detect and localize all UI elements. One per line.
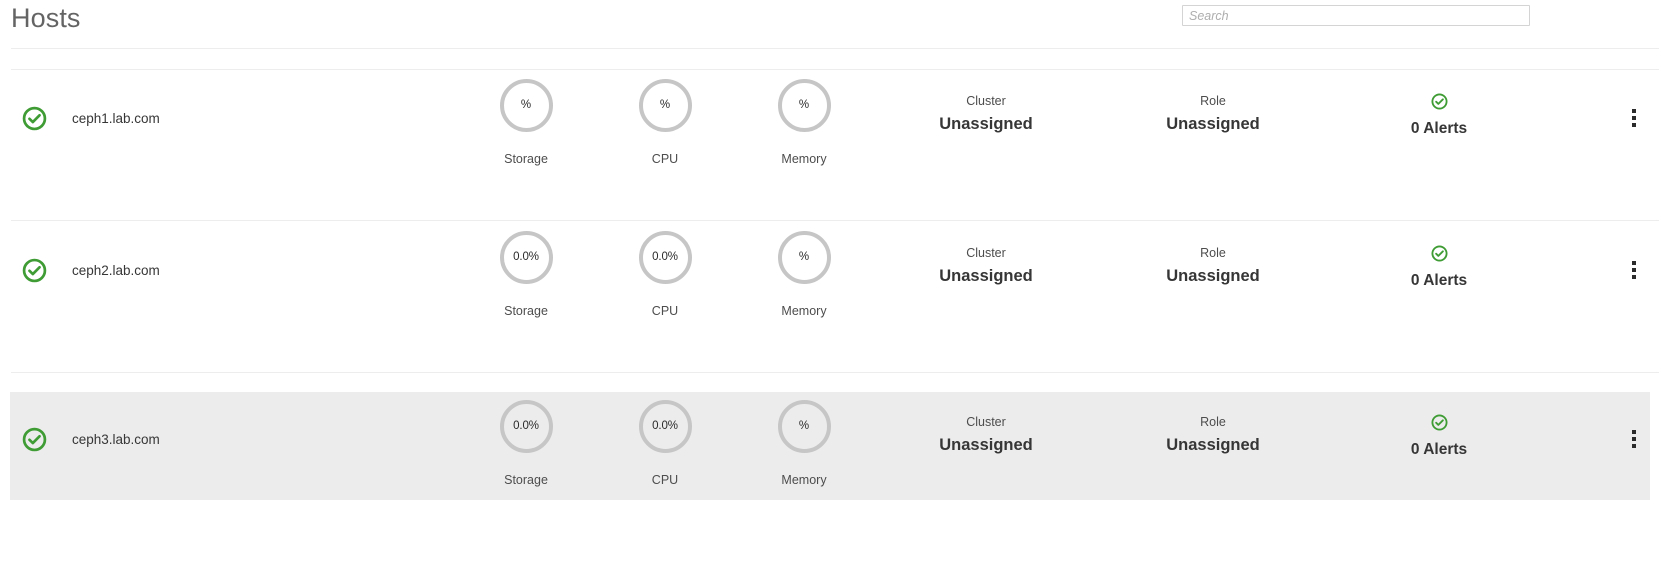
cluster-label: Cluster xyxy=(966,94,1006,108)
gauge-label-storage: Storage xyxy=(504,152,548,166)
circle-check-icon xyxy=(22,258,47,283)
alerts-circle-check-icon xyxy=(1430,93,1448,114)
header-divider-top xyxy=(11,48,1659,49)
alerts-circle-check-icon xyxy=(1430,414,1448,435)
cluster-value: Unassigned xyxy=(939,436,1033,454)
search-input[interactable] xyxy=(1182,5,1530,26)
hostname-label[interactable]: ceph3.lab.com xyxy=(72,427,452,452)
gauge-storage: % Storage xyxy=(461,79,591,166)
page-title: Hosts xyxy=(11,3,81,33)
cluster-block: Cluster Unassigned xyxy=(886,93,1086,134)
role-label: Role xyxy=(1200,246,1226,260)
role-value: Unassigned xyxy=(1166,115,1260,133)
gauge-value-storage: 0.0% xyxy=(513,250,539,263)
gauge-label-storage: Storage xyxy=(504,473,548,487)
role-value: Unassigned xyxy=(1166,436,1260,454)
gauge-value-storage: 0.0% xyxy=(513,419,539,432)
header-divider-bottom xyxy=(11,69,1659,70)
alerts-block[interactable]: 0 Alerts xyxy=(1374,93,1504,139)
gauge-ring-cpu: 0.0% xyxy=(638,231,692,284)
circle-check-icon xyxy=(22,106,47,131)
role-value: Unassigned xyxy=(1166,267,1260,285)
gauge-cpu: % CPU xyxy=(600,79,730,166)
gauge-ring-storage: % xyxy=(499,79,553,132)
page-header: Hosts xyxy=(0,0,1670,48)
gauge-ring-storage: 0.0% xyxy=(499,400,553,453)
cluster-value: Unassigned xyxy=(939,115,1033,133)
cluster-label: Cluster xyxy=(966,246,1006,260)
gauge-label-storage: Storage xyxy=(504,304,548,318)
gauge-ring-memory: % xyxy=(777,400,831,453)
gauge-value-memory: % xyxy=(798,250,810,263)
hostname-label[interactable]: ceph2.lab.com xyxy=(72,258,452,283)
host-row[interactable]: ceph2.lab.com 0.0% Storage 0.0% CPU% Memory Cl… xyxy=(0,223,1670,331)
gauge-storage: 0.0% Storage xyxy=(461,231,591,318)
gauge-label-cpu: CPU xyxy=(651,304,679,318)
gauge-label-cpu: CPU xyxy=(651,473,679,487)
gauge-label-memory: Memory xyxy=(781,473,827,487)
gauge-cpu: 0.0% CPU xyxy=(600,231,730,318)
gauge-cpu: 0.0% CPU xyxy=(600,400,730,487)
circle-check-icon xyxy=(22,427,47,452)
gauge-memory: % Memory xyxy=(739,400,869,487)
gauge-label-memory: Memory xyxy=(781,152,827,166)
gauge-ring-cpu: 0.0% xyxy=(638,400,692,453)
alerts-count: 0 Alerts xyxy=(1410,272,1468,289)
gauge-value-cpu: 0.0% xyxy=(652,250,678,263)
gauge-ring-cpu: % xyxy=(638,79,692,132)
role-label: Role xyxy=(1200,94,1226,108)
role-block: Role Unassigned xyxy=(1113,245,1313,286)
gauge-label-memory: Memory xyxy=(781,304,827,318)
alerts-block[interactable]: 0 Alerts xyxy=(1374,245,1504,291)
gauge-memory: % Memory xyxy=(739,79,869,166)
row-divider xyxy=(11,372,1659,373)
host-row[interactable]: ceph1.lab.com% Storage% CPU% Memory Cluster U… xyxy=(0,71,1670,179)
alerts-circle-check-icon xyxy=(1430,245,1448,266)
gauge-value-memory: % xyxy=(798,98,810,111)
cluster-block: Cluster Unassigned xyxy=(886,245,1086,286)
cluster-label: Cluster xyxy=(966,415,1006,429)
alerts-count: 0 Alerts xyxy=(1410,120,1468,137)
row-actions-kebab-icon[interactable] xyxy=(1624,250,1644,290)
gauge-value-cpu: 0.0% xyxy=(652,419,678,432)
hostname-label[interactable]: ceph1.lab.com xyxy=(72,106,452,131)
hosts-page: Hosts ceph1.lab.com% Storage% CPU% Memory Cl… xyxy=(0,0,1670,571)
row-divider xyxy=(11,220,1659,221)
row-actions-kebab-icon[interactable] xyxy=(1624,419,1644,459)
row-actions-kebab-icon[interactable] xyxy=(1624,98,1644,138)
host-row[interactable]: ceph3.lab.com 0.0% Storage 0.0% CPU% Memory Cl… xyxy=(0,392,1670,500)
cluster-value: Unassigned xyxy=(939,267,1033,285)
gauge-ring-memory: % xyxy=(777,231,831,284)
gauge-ring-memory: % xyxy=(777,79,831,132)
gauge-value-memory: % xyxy=(798,419,810,432)
gauge-ring-storage: 0.0% xyxy=(499,231,553,284)
gauge-storage: 0.0% Storage xyxy=(461,400,591,487)
role-block: Role Unassigned xyxy=(1113,93,1313,134)
cluster-block: Cluster Unassigned xyxy=(886,414,1086,455)
gauge-memory: % Memory xyxy=(739,231,869,318)
gauge-value-cpu: % xyxy=(659,98,671,111)
gauge-value-storage: % xyxy=(520,98,532,111)
alerts-count: 0 Alerts xyxy=(1410,441,1468,458)
gauge-label-cpu: CPU xyxy=(651,152,679,166)
role-label: Role xyxy=(1200,415,1226,429)
alerts-block[interactable]: 0 Alerts xyxy=(1374,414,1504,460)
role-block: Role Unassigned xyxy=(1113,414,1313,455)
